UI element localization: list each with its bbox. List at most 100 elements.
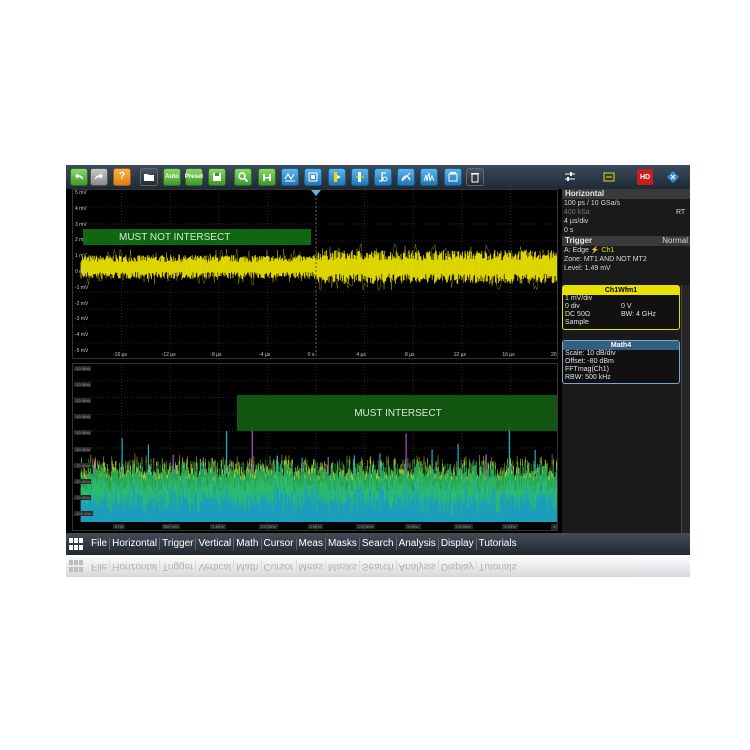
y-tick-label: -4 mV (75, 332, 89, 339)
horizontal-record: 400 kSa (564, 209, 590, 216)
y-tick-label: -90 dBm (74, 494, 92, 500)
histogram-icon (263, 174, 271, 181)
time-domain-plot[interactable]: 5 mV 4 mV 3 mV 2 mV 1 mV 0 mV -1 mV -2 mV -3 mV -… (72, 189, 558, 359)
menu-meas[interactable]: Meas (297, 538, 326, 550)
menu-bar-reflection: File Horizontal Trigger Vertical Math Cursor M… (66, 555, 690, 577)
spectrum-plot[interactable]: -10 dBm -20 dBm -30 dBm -40 dBm -50 dBm -60 d… (72, 363, 558, 531)
undo-button[interactable] (70, 168, 88, 186)
trigger-marker (311, 190, 321, 196)
magnifier-icon (238, 172, 249, 183)
menu-trigger[interactable]: Trigger (160, 538, 197, 550)
mask-zone-must-not-intersect[interactable]: MUST NOT INTERSECT (83, 229, 311, 245)
help-button[interactable]: ? (113, 168, 131, 186)
trigger-channel: Ch1 (601, 247, 615, 254)
menu-vertical[interactable]: Vertical (196, 538, 235, 550)
display-icon[interactable] (601, 169, 617, 185)
zoom-button[interactable] (234, 168, 252, 186)
open-button[interactable] (140, 168, 158, 186)
search-icon (356, 172, 364, 182)
x-tick-label: -12 µs (161, 352, 176, 358)
menu-display[interactable]: Display (439, 538, 477, 550)
menu-tutorials[interactable]: Tutorials (477, 538, 519, 550)
y-tick-label: -10 dBm (74, 366, 92, 371)
spectrum-waveform (73, 364, 557, 530)
y-tick-label: -100 dBm (74, 511, 94, 516)
math4-scale: Scale: 10 dB/div (565, 350, 616, 357)
trigger-button[interactable] (374, 168, 392, 186)
menu-math-reflection: Math (234, 560, 262, 572)
trigger-header[interactable]: Trigger Normal (562, 236, 690, 246)
menu-cursor-reflection: Cursor (261, 560, 297, 572)
trigger-level: Level: 1.49 mV (564, 265, 611, 272)
math4-box[interactable]: Math4 Scale: 10 dB/div Offset: -80 dBm F… (562, 340, 680, 384)
math4-offset: Offset: -80 dBm (565, 358, 614, 365)
search-button[interactable] (351, 168, 369, 186)
menu-file[interactable]: File (89, 538, 111, 550)
ch1-waveform-box[interactable]: Ch1Wfm1 1 mV/div 0 div 0 V DC 50Ω BW: 4 … (562, 285, 680, 330)
auto-button[interactable]: Auto (163, 168, 181, 186)
y-tick-label: -2 mV (75, 300, 89, 307)
trash-icon (471, 173, 479, 183)
menu-horizontal[interactable]: Horizontal (110, 538, 161, 550)
panel-scrollbar[interactable] (681, 285, 690, 535)
histogram-button[interactable] (258, 168, 276, 186)
y-tick-label: 1 mV (75, 253, 87, 260)
menu-file-reflection: File (89, 560, 111, 572)
ch1-acq: Sample (565, 319, 589, 326)
x-tick-label: 3.5 MHz (453, 524, 473, 529)
fft-icon (423, 172, 435, 182)
y-tick-label: 5 mV (75, 190, 87, 196)
ch1-bandwidth: BW: 4 GHz (621, 311, 656, 318)
redo-button[interactable] (90, 168, 108, 186)
horizontal-position: 0 s (564, 227, 574, 234)
preset-button[interactable]: Preset (185, 168, 203, 186)
x-tick-label: 16 µs (502, 352, 515, 358)
y-tick-label: -5 mV (75, 348, 89, 354)
x-tick-label: 0 Hz (113, 524, 126, 529)
menu-cursor[interactable]: Cursor (262, 538, 297, 550)
history-icon (448, 172, 458, 182)
measure-button[interactable] (281, 168, 299, 186)
hd-badge[interactable]: HD (637, 169, 653, 185)
menu-masks[interactable]: Masks (326, 538, 360, 550)
menu-analysis[interactable]: Analysis (397, 538, 439, 550)
menu-trigger-reflection: Trigger (160, 560, 197, 572)
protocol-button[interactable] (397, 168, 415, 186)
x-tick-label: 0 s (307, 352, 315, 358)
menu-masks-reflection: Masks (325, 560, 360, 572)
x-tick-label: 4 µs (356, 352, 366, 358)
menu-bar: File Horizontal Trigger Vertical Math Cursor M… (66, 533, 690, 555)
menu-search[interactable]: Search (360, 538, 397, 550)
mask-button[interactable] (328, 168, 346, 186)
x-tick-label: -8 µs (210, 352, 222, 358)
cursor-button[interactable] (304, 168, 322, 186)
apps-grid-icon[interactable] (69, 538, 85, 550)
math4-function: FFTmag(Ch1) (565, 366, 609, 373)
mask-zone-must-intersect[interactable]: MUST INTERSECT (237, 395, 557, 431)
undo-icon (75, 173, 83, 180)
trigger-source: A: Edge ⚡ Ch1 (564, 246, 614, 255)
x-tick-label: 4.5 MHz (551, 524, 557, 530)
mask-icon (334, 172, 341, 182)
horizontal-header[interactable]: Horizontal (562, 189, 690, 199)
x-tick-label: -16 µs (113, 352, 127, 358)
ch1-coupling-row: DC 50Ω BW: 4 GHz (563, 311, 679, 319)
menu-tutorials-reflection: Tutorials (478, 561, 517, 572)
trigger-title: Trigger (565, 236, 593, 245)
history-button[interactable] (444, 168, 462, 186)
toolbar: ? Auto Preset HD (66, 165, 690, 189)
x-tick-label: -4 µs (259, 352, 271, 358)
menu-math[interactable]: Math (234, 538, 262, 550)
cursor-icon (308, 172, 318, 182)
x-tick-label: 1.5 MHz (259, 524, 278, 529)
y-tick-label: -1 mV (75, 284, 89, 291)
delete-button[interactable] (466, 168, 484, 186)
time-domain-waveform (73, 190, 557, 358)
menu-meas-reflection: Meas (296, 560, 326, 572)
x-tick-label: 500 kHz (161, 524, 181, 529)
edge-icon: ⚡ (590, 247, 600, 254)
y-tick-label: -40 dBm (74, 414, 92, 420)
fft-button[interactable] (420, 168, 438, 186)
sliders-icon[interactable] (562, 169, 578, 185)
screenshot-button[interactable] (208, 168, 226, 186)
